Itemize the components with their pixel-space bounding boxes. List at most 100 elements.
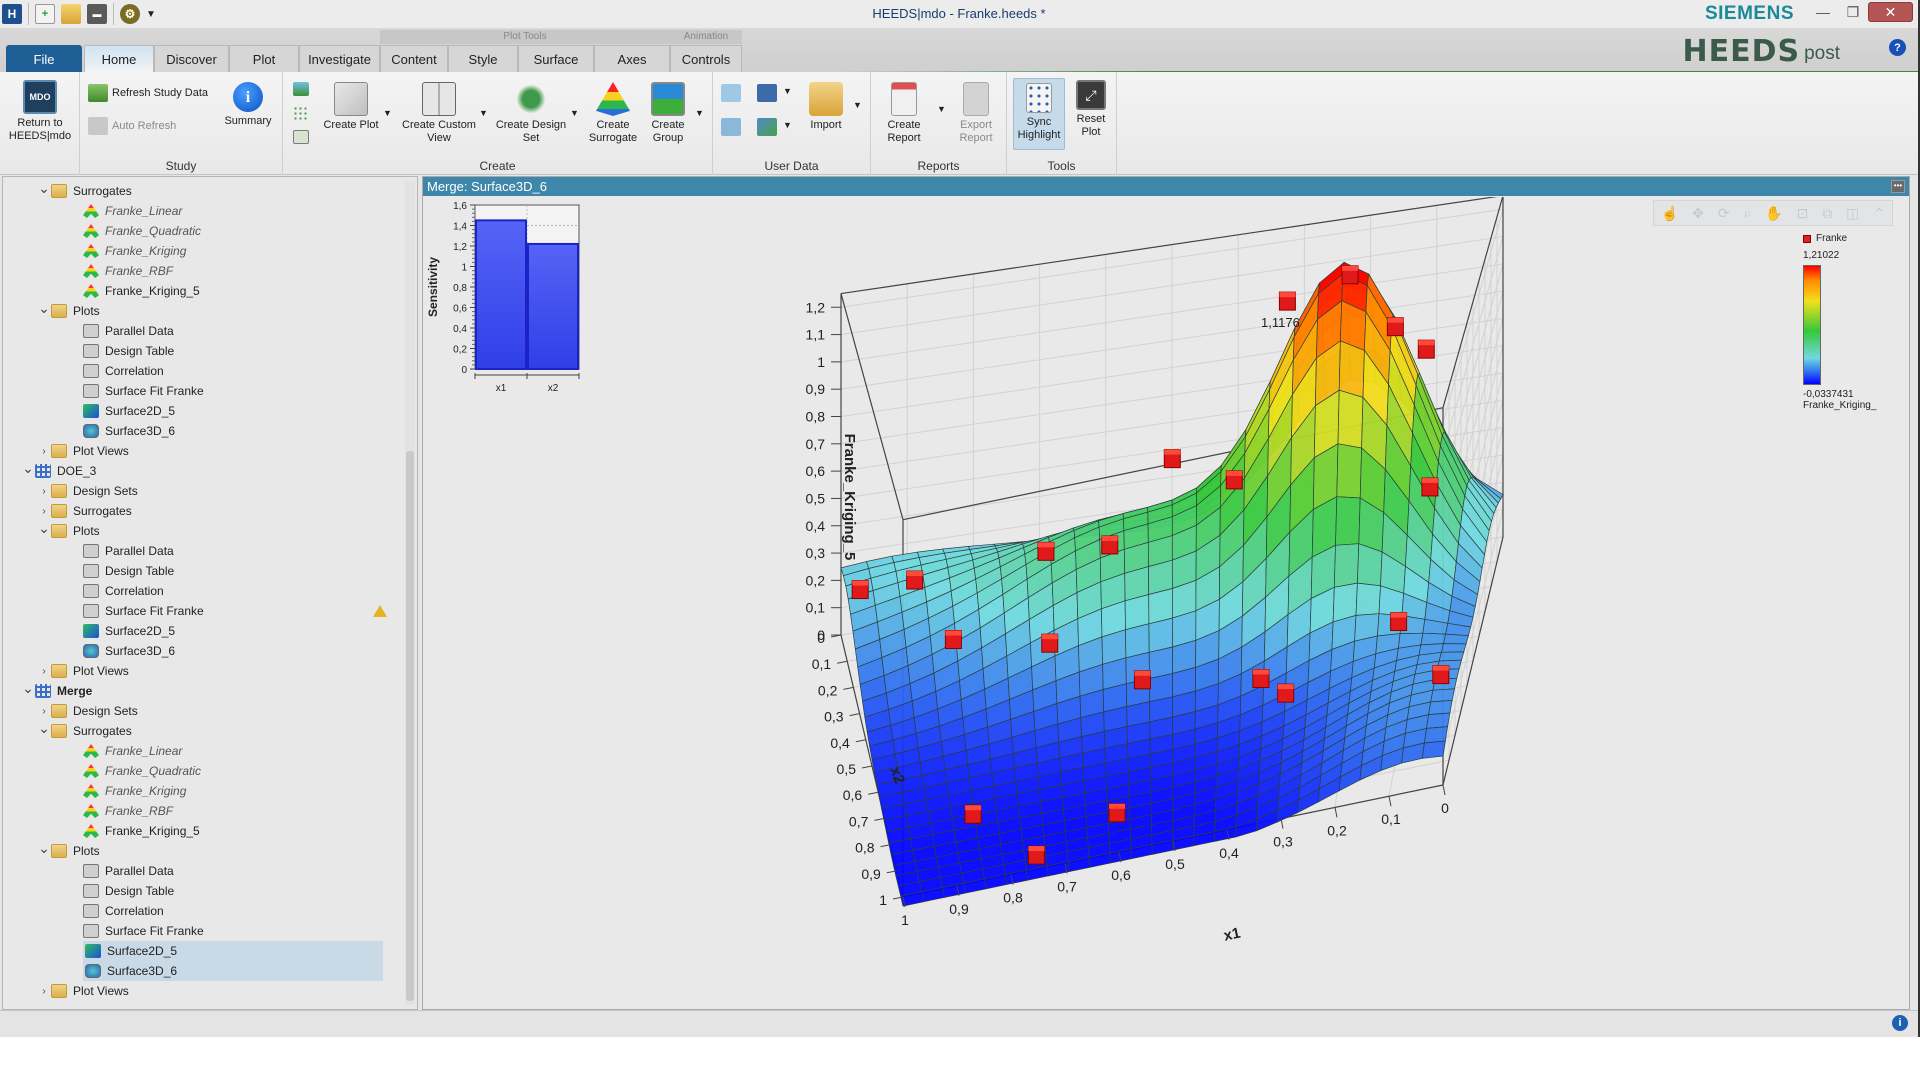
design-point[interactable]: [1163, 449, 1181, 469]
import-dropdown-icon[interactable]: ▼: [853, 100, 862, 110]
tree-item[interactable]: Franke_Quadratic: [3, 761, 403, 781]
create-custom-view-button[interactable]: Create Custom View: [401, 82, 477, 145]
panel-menu-button[interactable]: •••: [1891, 180, 1905, 193]
design-point[interactable]: [1421, 477, 1439, 497]
chevron-down-icon[interactable]: ⌄: [37, 300, 51, 317]
tree-item[interactable]: › Design Sets: [3, 481, 403, 501]
tree-item[interactable]: Franke_Quadratic: [3, 221, 403, 241]
tab-content[interactable]: Content: [380, 45, 448, 72]
tree-item[interactable]: › Plot Views: [3, 441, 403, 461]
tree-item[interactable]: Franke_Kriging_5: [3, 281, 403, 301]
tree-item[interactable]: Franke_Linear: [3, 201, 403, 221]
scatter-plot-icon[interactable]: [293, 106, 309, 120]
minimize-button[interactable]: —: [1813, 2, 1833, 22]
tree-item[interactable]: Design Table: [3, 881, 403, 901]
export-report-button[interactable]: Export Report: [951, 82, 1001, 145]
sync-highlight-button[interactable]: Sync Highlight: [1013, 78, 1065, 150]
tree-item[interactable]: Franke_Linear: [3, 741, 403, 761]
tab-plot[interactable]: Plot: [229, 45, 299, 72]
tab-controls[interactable]: Controls: [670, 45, 742, 72]
user-data-4-icon[interactable]: [757, 118, 777, 136]
tree-item[interactable]: ⌄ Plots: [3, 520, 403, 541]
tab-discover[interactable]: Discover: [154, 45, 229, 72]
auto-refresh-button[interactable]: Auto Refresh: [88, 117, 176, 135]
chevron-down-icon[interactable]: ⌄: [21, 680, 35, 697]
design-point[interactable]: [1108, 803, 1126, 823]
design-point[interactable]: [1417, 339, 1435, 359]
user-data-1-icon[interactable]: [721, 84, 741, 102]
return-to-mdo-button[interactable]: MDO Return to HEEDS|mdo: [8, 80, 72, 143]
tree-item[interactable]: › Plot Views: [3, 661, 403, 681]
tree-scrollbar[interactable]: [405, 181, 415, 1005]
tree-scrollbar-thumb[interactable]: [406, 451, 414, 1001]
tree-item[interactable]: › Plot Views: [3, 981, 403, 1001]
chevron-right-icon[interactable]: ›: [37, 666, 51, 677]
tree-item[interactable]: Surface3D_6: [3, 641, 403, 661]
tree-item[interactable]: Franke_RBF: [3, 801, 403, 821]
surface-3d-plot[interactable]: 0 0,1 0,2 0,3 0,4 0,5 0,6 0,7 0,8 0,9 1 1,1 1,2 0 0,1 0…: [723, 197, 1783, 977]
tab-axes[interactable]: Axes: [594, 45, 670, 72]
bar-x2[interactable]: [527, 242, 579, 371]
design-point[interactable]: [1041, 633, 1059, 653]
tree-item[interactable]: › Surrogates: [3, 501, 403, 521]
info-icon[interactable]: i: [1892, 1015, 1908, 1031]
design-point[interactable]: [1252, 668, 1270, 688]
chevron-right-icon[interactable]: ›: [37, 986, 51, 997]
create-plot-dropdown-icon[interactable]: ▼: [383, 108, 392, 118]
tree-item[interactable]: ⌄ Plots: [3, 840, 403, 861]
tree-item[interactable]: › Design Sets: [3, 701, 403, 721]
tree-item[interactable]: Franke_RBF: [3, 261, 403, 281]
tree-item[interactable]: ⌄ DOE_3: [3, 460, 403, 481]
design-point[interactable]: [1037, 541, 1055, 561]
refresh-study-data-button[interactable]: Refresh Study Data: [88, 84, 208, 102]
reset-plot-button[interactable]: ⤢ Reset Plot: [1069, 80, 1113, 139]
design-point[interactable]: [944, 630, 962, 650]
create-report-button[interactable]: Create Report: [879, 82, 929, 145]
tree-item[interactable]: Correlation: [3, 581, 403, 601]
tab-home[interactable]: Home: [84, 45, 154, 72]
summary-button[interactable]: i Summary: [220, 82, 276, 128]
design-point[interactable]: [964, 804, 982, 824]
design-point[interactable]: [1101, 535, 1119, 555]
tree-item[interactable]: Surface2D_5: [3, 621, 403, 641]
tree-item[interactable]: Parallel Data: [3, 861, 403, 881]
tree-item[interactable]: Franke_Kriging_5: [3, 821, 403, 841]
user-data-4-dropdown-icon[interactable]: ▼: [783, 120, 792, 130]
chevron-right-icon[interactable]: ›: [37, 706, 51, 717]
create-surrogate-button[interactable]: Create Surrogate: [581, 82, 645, 145]
tree-item[interactable]: Parallel Data: [3, 321, 403, 341]
chevron-right-icon[interactable]: ›: [37, 506, 51, 517]
tree-item[interactable]: Surface3D_6: [83, 961, 383, 981]
tree-item[interactable]: Correlation: [3, 361, 403, 381]
chevron-down-icon[interactable]: ⌄: [37, 520, 51, 537]
design-point[interactable]: [1278, 291, 1296, 311]
bar-x1[interactable]: [475, 219, 527, 370]
import-button[interactable]: Import: [801, 82, 851, 132]
restore-button[interactable]: ❐: [1843, 2, 1863, 22]
split-icon[interactable]: ◫: [1846, 205, 1859, 222]
chevron-down-icon[interactable]: ⌄: [37, 720, 51, 737]
create-design-set-dropdown-icon[interactable]: ▼: [570, 108, 579, 118]
design-point[interactable]: [1225, 470, 1243, 490]
design-point[interactable]: [1341, 265, 1359, 285]
tree-item[interactable]: Franke_Kriging: [3, 781, 403, 801]
design-point[interactable]: [1390, 612, 1408, 632]
chevron-down-icon[interactable]: ⌄: [37, 180, 51, 197]
create-report-dropdown-icon[interactable]: ▼: [937, 104, 946, 114]
tree-item[interactable]: Correlation: [3, 901, 403, 921]
chevron-right-icon[interactable]: ›: [37, 486, 51, 497]
tab-style[interactable]: Style: [448, 45, 518, 72]
tree-item[interactable]: Surface3D_6: [3, 421, 403, 441]
chevron-down-icon[interactable]: ⌄: [37, 840, 51, 857]
copy-icon[interactable]: ⧉: [1822, 205, 1832, 222]
warning-icon[interactable]: [373, 605, 387, 617]
design-point[interactable]: [1133, 670, 1151, 690]
collapse-icon[interactable]: ⌃: [1873, 205, 1885, 222]
tree-item[interactable]: Surface Fit Franke: [3, 601, 403, 621]
user-data-3-dropdown-icon[interactable]: ▼: [783, 86, 792, 96]
tab-investigate[interactable]: Investigate: [299, 45, 380, 72]
chevron-down-icon[interactable]: ⌄: [21, 460, 35, 477]
tab-file[interactable]: File: [6, 45, 82, 72]
tree-item[interactable]: Surface2D_5: [83, 941, 383, 961]
design-point[interactable]: [1432, 665, 1450, 685]
